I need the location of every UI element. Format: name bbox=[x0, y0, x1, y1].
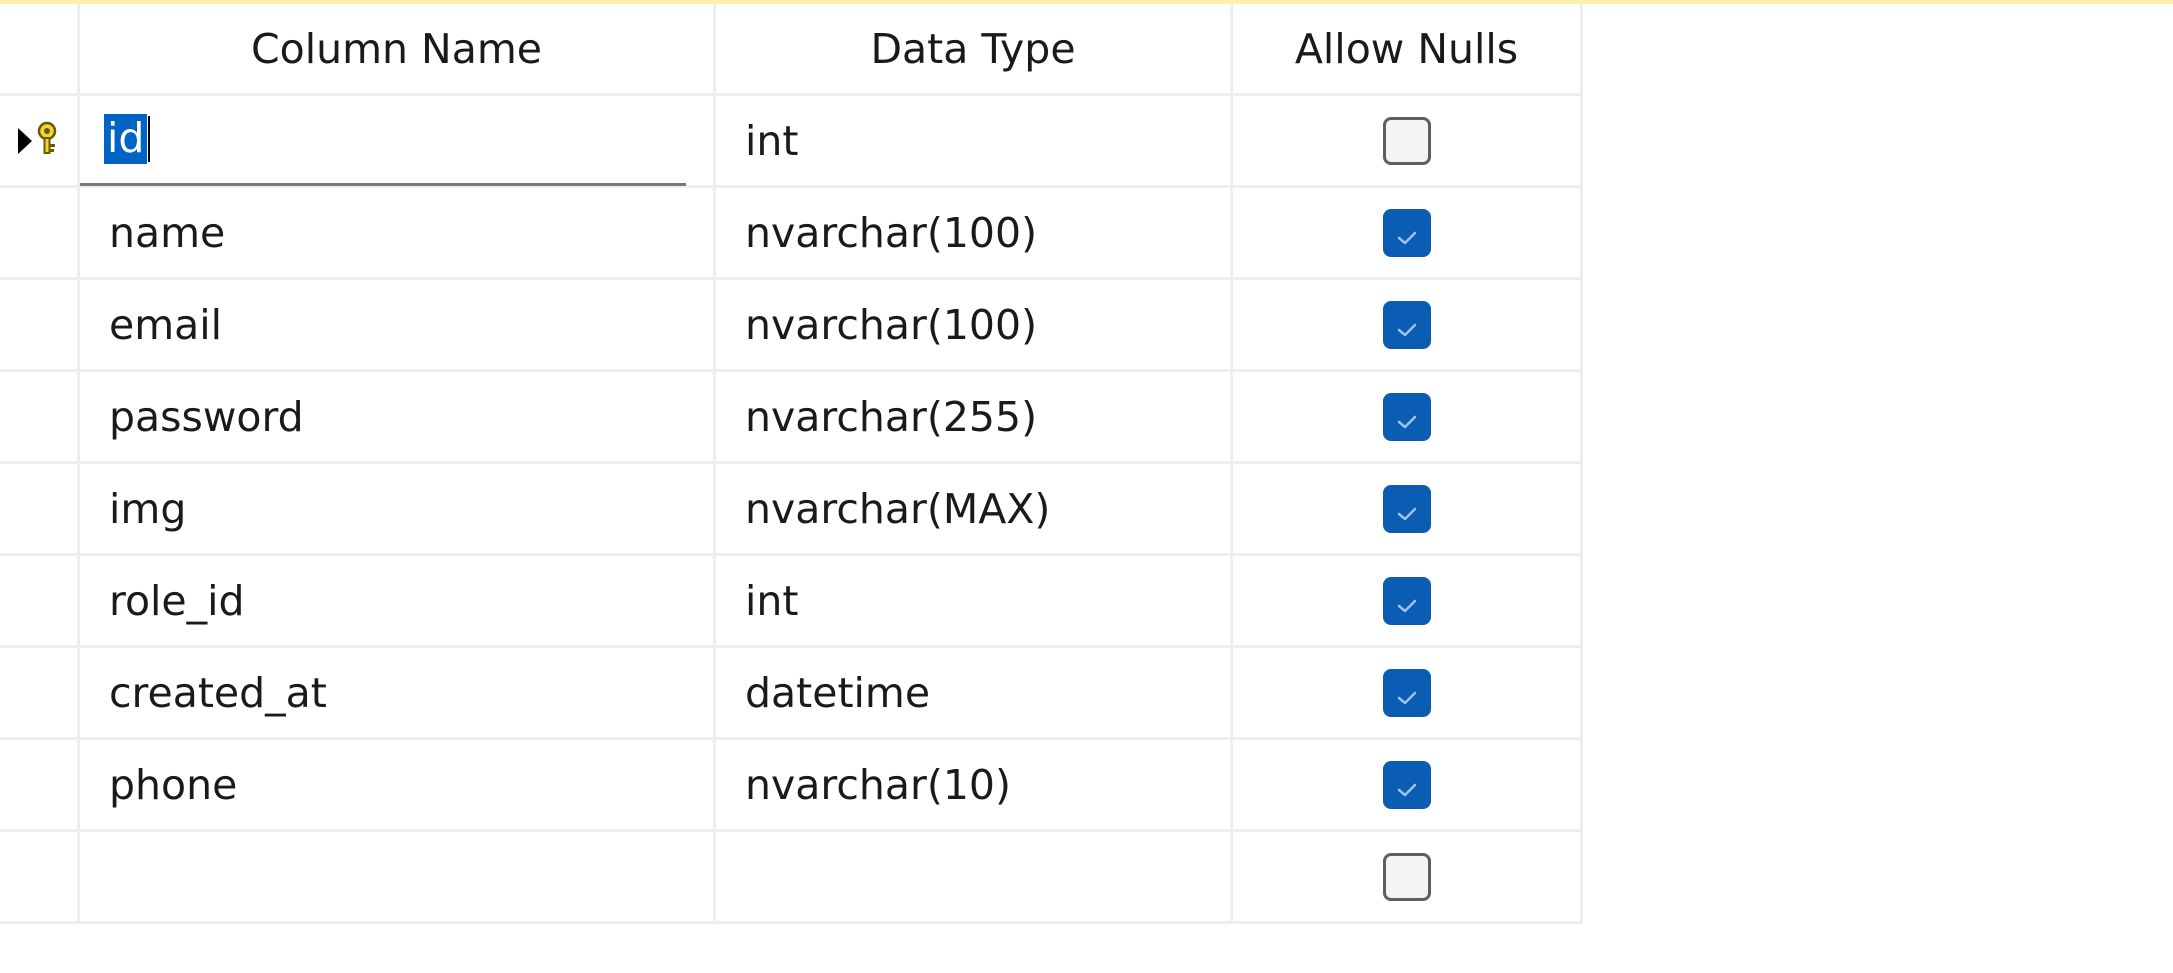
column-name-cell[interactable]: email bbox=[80, 280, 716, 369]
data-type-text: nvarchar(255) bbox=[745, 392, 1038, 441]
checkmark-icon bbox=[1396, 301, 1418, 349]
allow-nulls-checkbox[interactable] bbox=[1382, 392, 1431, 441]
row-selector[interactable] bbox=[0, 280, 80, 369]
column-grid: Column Name Data Type Allow Nulls id int n… bbox=[0, 4, 1583, 924]
data-type-text: datetime bbox=[745, 668, 931, 717]
current-row-indicator bbox=[17, 117, 60, 165]
allow-nulls-cell bbox=[1233, 188, 1583, 277]
allow-nulls-cell bbox=[1233, 96, 1583, 185]
row-selector[interactable] bbox=[0, 96, 80, 185]
current-row-arrow-icon bbox=[17, 127, 32, 154]
primary-key-icon bbox=[34, 117, 60, 165]
allow-nulls-cell bbox=[1233, 648, 1583, 737]
allow-nulls-checkbox[interactable] bbox=[1382, 576, 1431, 625]
checkmark-icon bbox=[1396, 393, 1418, 441]
data-type-text: int bbox=[745, 576, 799, 625]
data-type-cell[interactable]: datetime bbox=[716, 648, 1233, 737]
row-selector-header bbox=[0, 4, 80, 93]
column-name-text: password bbox=[109, 392, 304, 441]
data-type-cell[interactable]: nvarchar(10) bbox=[716, 740, 1233, 829]
table-row[interactable]: phone nvarchar(10) bbox=[0, 740, 1583, 832]
table-designer: Column Name Data Type Allow Nulls id int n… bbox=[0, 0, 2173, 973]
data-type-text: int bbox=[745, 116, 799, 165]
column-name-cell[interactable]: img bbox=[80, 464, 716, 553]
row-selector[interactable] bbox=[0, 464, 80, 553]
allow-nulls-checkbox[interactable] bbox=[1382, 668, 1431, 717]
column-name-input[interactable]: id bbox=[80, 95, 686, 186]
column-name-text: role_id bbox=[109, 576, 245, 625]
data-type-cell[interactable]: nvarchar(MAX) bbox=[716, 464, 1233, 553]
table-row[interactable]: img nvarchar(MAX) bbox=[0, 464, 1583, 556]
allow-nulls-checkbox[interactable] bbox=[1382, 208, 1431, 257]
row-selector[interactable] bbox=[0, 740, 80, 829]
allow-nulls-checkbox[interactable] bbox=[1382, 116, 1431, 165]
column-name-text: phone bbox=[109, 760, 238, 809]
data-type-cell[interactable]: nvarchar(100) bbox=[716, 188, 1233, 277]
table-row[interactable]: role_id int bbox=[0, 556, 1583, 648]
allow-nulls-cell bbox=[1233, 556, 1583, 645]
column-name-cell[interactable]: role_id bbox=[80, 556, 716, 645]
data-type-cell[interactable]: nvarchar(255) bbox=[716, 372, 1233, 461]
table-row[interactable]: password nvarchar(255) bbox=[0, 372, 1583, 464]
header-allow-nulls[interactable]: Allow Nulls bbox=[1233, 4, 1583, 93]
checkmark-icon bbox=[1396, 209, 1418, 257]
allow-nulls-checkbox[interactable] bbox=[1382, 484, 1431, 533]
data-type-cell[interactable]: nvarchar(100) bbox=[716, 280, 1233, 369]
table-row[interactable]: name nvarchar(100) bbox=[0, 188, 1583, 280]
header-data-type[interactable]: Data Type bbox=[716, 4, 1233, 93]
column-name-text: created_at bbox=[109, 668, 327, 717]
data-type-cell[interactable]: int bbox=[716, 96, 1233, 185]
checkmark-icon bbox=[1396, 577, 1418, 625]
table-row[interactable]: created_at datetime bbox=[0, 648, 1583, 740]
grid-header-row: Column Name Data Type Allow Nulls bbox=[0, 4, 1583, 96]
text-caret bbox=[148, 116, 151, 162]
data-type-text: nvarchar(MAX) bbox=[745, 484, 1051, 533]
column-name-text: img bbox=[109, 484, 187, 533]
column-name-text: name bbox=[109, 208, 226, 257]
column-name-cell[interactable]: phone bbox=[80, 740, 716, 829]
table-row[interactable]: id int bbox=[0, 95, 1583, 188]
table-row[interactable] bbox=[0, 832, 1583, 924]
allow-nulls-cell bbox=[1233, 464, 1583, 553]
column-name-cell[interactable] bbox=[80, 832, 716, 921]
data-type-cell[interactable]: int bbox=[716, 556, 1233, 645]
row-selector[interactable] bbox=[0, 556, 80, 645]
data-type-cell[interactable] bbox=[716, 832, 1233, 921]
column-name-cell[interactable]: id bbox=[80, 95, 716, 186]
allow-nulls-cell bbox=[1233, 372, 1583, 461]
allow-nulls-checkbox[interactable] bbox=[1382, 852, 1431, 901]
row-selector[interactable] bbox=[0, 648, 80, 737]
allow-nulls-cell bbox=[1233, 280, 1583, 369]
allow-nulls-checkbox[interactable] bbox=[1382, 760, 1431, 809]
row-selector[interactable] bbox=[0, 188, 80, 277]
column-name-cell[interactable]: password bbox=[80, 372, 716, 461]
table-row[interactable]: email nvarchar(100) bbox=[0, 280, 1583, 372]
checkmark-icon bbox=[1396, 761, 1418, 809]
allow-nulls-cell bbox=[1233, 740, 1583, 829]
selected-text: id bbox=[104, 114, 148, 164]
column-name-cell[interactable]: name bbox=[80, 188, 716, 277]
column-name-cell[interactable]: created_at bbox=[80, 648, 716, 737]
allow-nulls-checkbox[interactable] bbox=[1382, 300, 1431, 349]
column-name-text: email bbox=[109, 300, 223, 349]
checkmark-icon bbox=[1396, 669, 1418, 717]
row-selector[interactable] bbox=[0, 372, 80, 461]
checkmark-icon bbox=[1396, 485, 1418, 533]
data-type-text: nvarchar(100) bbox=[745, 300, 1038, 349]
data-type-text: nvarchar(100) bbox=[745, 208, 1038, 257]
header-column-name[interactable]: Column Name bbox=[80, 4, 716, 93]
allow-nulls-cell bbox=[1233, 832, 1583, 921]
row-selector[interactable] bbox=[0, 832, 80, 921]
data-type-text: nvarchar(10) bbox=[745, 760, 1011, 809]
